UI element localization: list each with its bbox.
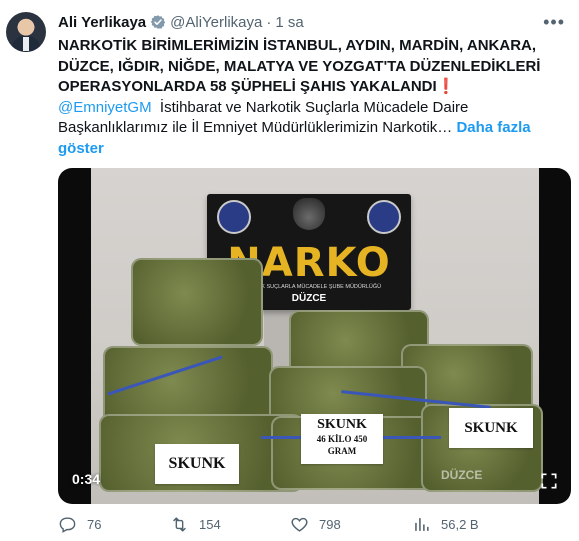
reply-icon xyxy=(59,517,76,533)
police-emblem-icon xyxy=(217,200,251,234)
label-center-amount: 46 KİLO 450 xyxy=(316,434,368,444)
tweet-text: NARKOTİK BİRİMLERİMİZİN İSTANBUL, AYDIN,… xyxy=(58,36,558,159)
label-center-unit: GRAM xyxy=(327,446,357,456)
author-handle[interactable]: @AliYerlikaya xyxy=(170,14,262,31)
label-center-title: SKUNK xyxy=(317,417,367,432)
narcotics-emblem-icon xyxy=(367,200,401,234)
retweet-button[interactable]: 154 xyxy=(170,515,221,534)
more-icon[interactable]: ••• xyxy=(543,12,565,33)
views-icon xyxy=(415,518,429,531)
avatar[interactable] xyxy=(6,12,46,52)
reply-button[interactable]: 76 xyxy=(58,515,101,534)
exclamation-icon: ❗ xyxy=(436,78,456,95)
wolf-emblem-icon xyxy=(293,198,325,230)
views-count: 56,2 B xyxy=(441,517,479,532)
timestamp[interactable]: 1 sa xyxy=(275,14,303,31)
tweet-header: Ali Yerlikaya @AliYerlikaya · 1 sa xyxy=(58,11,304,33)
views-button[interactable]: 56,2 B xyxy=(412,515,479,534)
fullscreen-icon[interactable] xyxy=(539,471,559,491)
author-name[interactable]: Ali Yerlikaya xyxy=(58,14,146,31)
evidence-bag xyxy=(131,258,263,346)
evidence-label-right: SKUNK xyxy=(449,408,533,448)
retweet-count: 154 xyxy=(199,517,221,532)
video-watermark: DÜZCE xyxy=(441,468,483,482)
avatar-shirt xyxy=(23,37,29,51)
tweet-headline: NARKOTİK BİRİMLERİMİZİN İSTANBUL, AYDIN,… xyxy=(58,37,541,95)
like-icon xyxy=(291,517,308,532)
video-timecode: 0:34 xyxy=(72,471,101,487)
like-button[interactable]: 798 xyxy=(290,515,341,534)
like-count: 798 xyxy=(319,517,341,532)
action-bar: 76 154 798 56,2 B xyxy=(58,515,558,537)
mention-link[interactable]: @EmniyetGM xyxy=(58,99,152,116)
evidence-label-center: SKUNK 46 KİLO 450 GRAM xyxy=(301,414,383,464)
separator: · xyxy=(266,13,272,31)
tweet-card[interactable]: Ali Yerlikaya @AliYerlikaya · 1 sa ••• N… xyxy=(0,0,579,541)
retweet-icon xyxy=(173,517,186,532)
reply-count: 76 xyxy=(87,517,102,532)
verified-badge-icon xyxy=(150,15,166,29)
evidence-label-left: SKUNK xyxy=(155,444,239,484)
video-player[interactable]: NARKO NARKOTİK SUÇLARLA MÜCADELE ŞUBE MÜ… xyxy=(58,168,571,504)
video-frame: NARKO NARKOTİK SUÇLARLA MÜCADELE ŞUBE MÜ… xyxy=(91,168,543,504)
